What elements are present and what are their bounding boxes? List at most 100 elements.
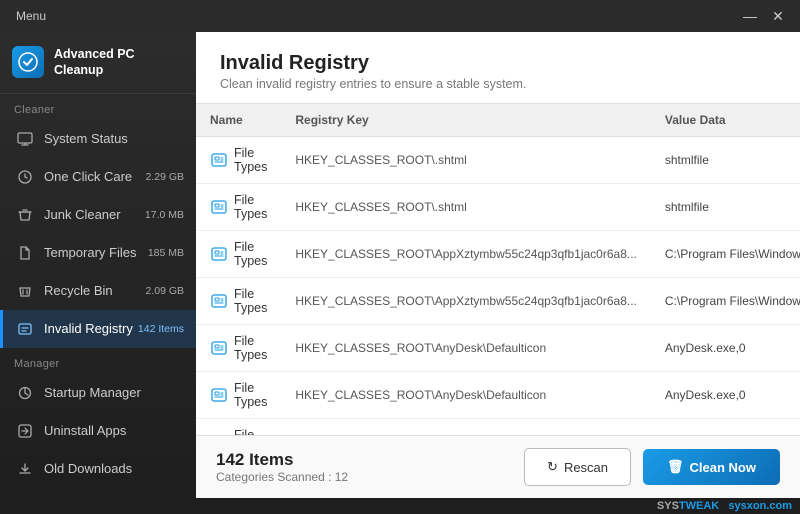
cell-name: File Types: [196, 278, 281, 324]
name-text: File Types: [234, 428, 267, 435]
rescan-label: Rescan: [564, 460, 608, 475]
sidebar-item-system-status[interactable]: System Status: [0, 120, 196, 158]
table-row: File Types HKEY_CLASSES_ROOT\.shtmlshtml…: [196, 184, 800, 231]
main-footer: 142 Items Categories Scanned : 12 ↻ Resc…: [196, 435, 800, 498]
sidebar-item-junk-cleaner[interactable]: Junk Cleaner 17.0 MB: [0, 196, 196, 234]
registry-table-container[interactable]: Name Registry Key Value Data File Types …: [196, 104, 800, 435]
sidebar-item-temporary-files[interactable]: Temporary Files 185 MB: [0, 234, 196, 272]
row-icon: [210, 292, 228, 310]
cell-registry-key: HKEY_CLASSES_ROOT\AppXztymbw55c24qp3qfb1…: [281, 231, 651, 278]
cell-value-data: AnyDesk.exe,0: [651, 372, 800, 419]
sidebar-item-invalid-registry[interactable]: Invalid Registry 142 Items: [0, 310, 196, 348]
monitor-icon: [15, 129, 35, 149]
app-title: Advanced PC Cleanup: [54, 46, 184, 79]
cell-value-data: C:\Program Files\WindowsApps\...: [651, 231, 800, 278]
table-row: File Types HKEY_CLASSES_ROOT\AppXztymbw5…: [196, 231, 800, 278]
table-row: File Types HKEY_CLASSES_ROOT\.shtmlshtml…: [196, 137, 800, 184]
col-name: Name: [196, 104, 281, 137]
footer-info: 142 Items Categories Scanned : 12: [216, 450, 348, 484]
name-text: File Types: [234, 287, 267, 315]
registry-table: Name Registry Key Value Data File Types …: [196, 104, 800, 435]
sidebar-label-one-click-care: One Click Care: [44, 169, 145, 184]
sidebar-item-uninstall-apps[interactable]: Uninstall Apps: [0, 412, 196, 450]
cell-registry-key: HKEY_CLASSES_ROOT\AnyDesk\Defaulticon: [281, 372, 651, 419]
main-content: Invalid Registry Clean invalid registry …: [196, 32, 800, 498]
item-count: 142 Items: [216, 450, 348, 470]
col-value-data: Value Data: [651, 104, 800, 137]
cell-name: File Types: [196, 137, 281, 183]
trash-icon: [15, 205, 35, 225]
sidebar-section-cleaner: Cleaner: [0, 94, 196, 120]
clean-label: Clean Now: [690, 460, 756, 475]
sidebar: Advanced PC Cleanup Cleaner System Statu…: [0, 32, 196, 498]
main-header: Invalid Registry Clean invalid registry …: [196, 32, 800, 104]
badge-temporary-files: 185 MB: [148, 247, 184, 259]
sidebar-label-system-status: System Status: [44, 131, 184, 146]
sidebar-label-temporary-files: Temporary Files: [44, 245, 148, 260]
sidebar-label-uninstall-apps: Uninstall Apps: [44, 423, 184, 438]
cell-registry-key: HKEY_CLASSES_ROOT\AppXztymbw55c24qp3qfb1…: [281, 278, 651, 325]
badge-one-click-care: 2.29 GB: [145, 171, 184, 183]
cell-name: File Types: [196, 184, 281, 230]
sidebar-logo: Advanced PC Cleanup: [0, 32, 196, 94]
app-body: Advanced PC Cleanup Cleaner System Statu…: [0, 32, 800, 498]
sidebar-label-invalid-registry: Invalid Registry: [44, 321, 138, 336]
sidebar-item-recycle-bin[interactable]: Recycle Bin 2.09 GB: [0, 272, 196, 310]
table-body: File Types HKEY_CLASSES_ROOT\.shtmlshtml…: [196, 137, 800, 436]
cell-value-data: C:\Program Files\WindowsApps\...: [651, 278, 800, 325]
row-icon: [210, 151, 228, 169]
table-row: File Types HKEY_CLASSES_ROOT\AnyDesk\Def…: [196, 372, 800, 419]
name-text: File Types: [234, 193, 267, 221]
rescan-button[interactable]: ↻ Rescan: [524, 448, 631, 486]
sidebar-label-old-downloads: Old Downloads: [44, 461, 184, 476]
cell-value-data: AnyDesk.exe,0: [651, 325, 800, 372]
cell-registry-key: HKEY_CLASSES_ROOT\steam\Defaulticon: [281, 419, 651, 436]
name-text: File Types: [234, 381, 267, 409]
name-text: File Types: [234, 240, 267, 268]
cell-name: File Types: [196, 231, 281, 277]
table-row: File Types HKEY_CLASSES_ROOT\AnyDesk\Def…: [196, 325, 800, 372]
page-title: Invalid Registry: [220, 52, 776, 75]
sidebar-section-security: Security: [0, 488, 196, 499]
startup-icon: [15, 383, 35, 403]
recycle-icon: [15, 281, 35, 301]
cell-name: File Types: [196, 372, 281, 418]
branding-bar: SYSTWEAK sysxon.com: [0, 498, 800, 514]
cell-value-data: steam.exe: [651, 419, 800, 436]
cell-value-data: shtmlfile: [651, 137, 800, 184]
sidebar-label-startup-manager: Startup Manager: [44, 385, 184, 400]
menu-label[interactable]: Menu: [16, 9, 46, 23]
clean-icon: 🗑: [667, 459, 684, 475]
sidebar-item-old-downloads[interactable]: Old Downloads: [0, 450, 196, 488]
sidebar-label-junk-cleaner: Junk Cleaner: [44, 207, 145, 222]
row-icon: [210, 386, 228, 404]
close-button[interactable]: ✕: [764, 2, 792, 30]
sidebar-section-manager: Manager: [0, 348, 196, 374]
click-icon: [15, 167, 35, 187]
download-icon: [15, 459, 35, 479]
clean-now-button[interactable]: 🗑 Clean Now: [643, 449, 780, 485]
sidebar-item-startup-manager[interactable]: Startup Manager: [0, 374, 196, 412]
table-header-row: Name Registry Key Value Data: [196, 104, 800, 137]
cell-name: File Types: [196, 419, 281, 435]
sidebar-label-recycle-bin: Recycle Bin: [44, 283, 145, 298]
app-logo-icon: [12, 46, 44, 78]
cell-name: File Types: [196, 325, 281, 371]
registry-icon: [15, 319, 35, 339]
branding-text: SYSTWEAK sysxon.com: [657, 500, 792, 512]
cell-registry-key: HKEY_CLASSES_ROOT\.shtml: [281, 137, 651, 184]
name-text: File Types: [234, 146, 267, 174]
categories-scanned: Categories Scanned : 12: [216, 470, 348, 484]
cell-registry-key: HKEY_CLASSES_ROOT\AnyDesk\Defaulticon: [281, 325, 651, 372]
sidebar-item-one-click-care[interactable]: One Click Care 2.29 GB: [0, 158, 196, 196]
col-registry-key: Registry Key: [281, 104, 651, 137]
minimize-button[interactable]: —: [736, 2, 764, 30]
badge-invalid-registry: 142 Items: [138, 323, 184, 335]
page-subtitle: Clean invalid registry entries to ensure…: [220, 77, 776, 91]
name-text: File Types: [234, 334, 267, 362]
cell-registry-key: HKEY_CLASSES_ROOT\.shtml: [281, 184, 651, 231]
table-row: File Types HKEY_CLASSES_ROOT\AppXztymbw5…: [196, 278, 800, 325]
badge-junk-cleaner: 17.0 MB: [145, 209, 184, 221]
table-row: File Types HKEY_CLASSES_ROOT\steam\Defau…: [196, 419, 800, 436]
row-icon: [210, 245, 228, 263]
